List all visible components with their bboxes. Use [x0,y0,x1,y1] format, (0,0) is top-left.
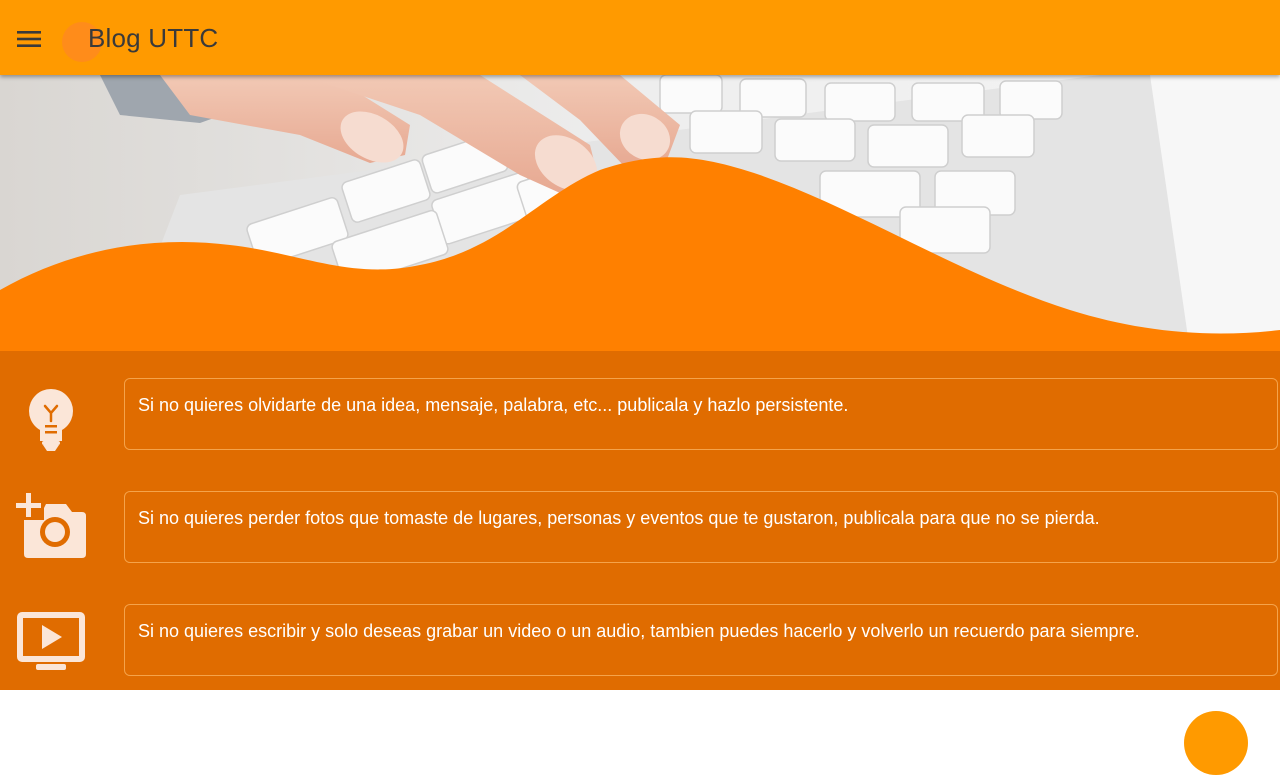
menu-icon[interactable] [12,22,46,56]
hero-image [0,75,1280,351]
features-section: Si no quieres olvidarte de una idea, men… [0,351,1280,690]
fab-icon[interactable] [1184,711,1248,775]
app-bar: Blog UTTC [0,0,1280,75]
feature-text: Si no quieres escribir y solo deseas gra… [138,621,1140,641]
hero-banner [0,75,1280,351]
feature-card: Si no quieres olvidarte de una idea, men… [124,378,1278,450]
app-title[interactable]: Blog UTTC [88,22,218,54]
feature-text: Si no quieres olvidarte de una idea, men… [138,395,849,415]
feature-text: Si no quieres perder fotos que tomaste d… [138,508,1100,528]
feature-card: Si no quieres perder fotos que tomaste d… [124,491,1278,563]
feature-card: Si no quieres escribir y solo deseas gra… [124,604,1278,676]
video-icon [12,603,90,681]
add-photo-icon [12,490,90,568]
lightbulb-icon [12,381,90,459]
